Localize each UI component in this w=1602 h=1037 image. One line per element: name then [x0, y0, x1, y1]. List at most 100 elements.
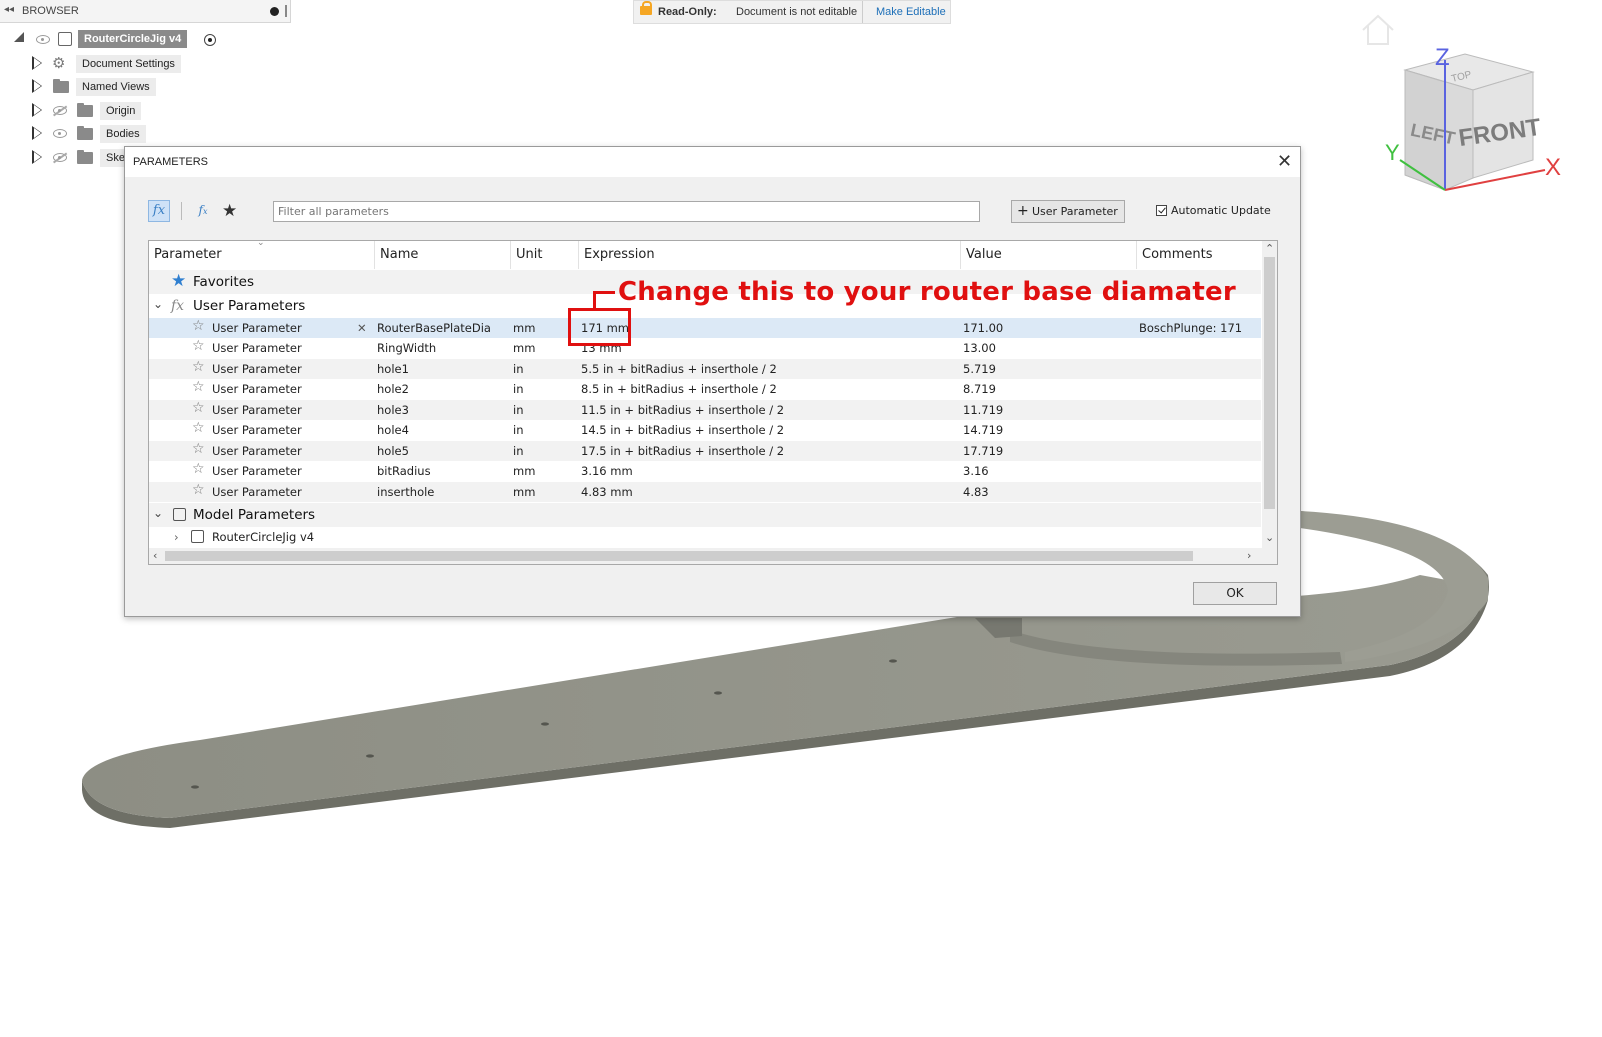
cell-unit: mm — [513, 464, 536, 478]
cell-expression[interactable]: 3.16 mm — [581, 464, 633, 478]
cell-expression[interactable]: 14.5 in + bitRadius + inserthole / 2 — [581, 423, 784, 437]
cell-parameter: User Parameter — [212, 341, 302, 355]
table-row[interactable]: ☆ User Parameter hole4 in 14.5 in + bitR… — [149, 420, 1261, 440]
ok-button[interactable]: OK — [1193, 582, 1277, 605]
cell-parameter: User Parameter — [212, 362, 302, 376]
browser-item-origin[interactable]: Origin — [0, 100, 200, 120]
browser-item-sketches[interactable]: Ske — [0, 147, 124, 167]
browser-item-bodies[interactable]: Bodies — [0, 123, 200, 143]
column-header-comments[interactable]: Comments — [1137, 241, 1262, 269]
favorite-star-outline-icon[interactable]: ☆ — [192, 318, 205, 334]
panel-handle[interactable] — [285, 5, 287, 17]
collapse-panel-icon[interactable]: ◂◂ — [4, 4, 14, 15]
cell-expression[interactable]: 11.5 in + bitRadius + inserthole / 2 — [581, 403, 784, 417]
scroll-left-icon[interactable]: ‹ — [153, 549, 157, 562]
model-child-row[interactable]: › RouterCircleJig v4 — [149, 527, 1261, 547]
scroll-right-icon[interactable]: › — [1247, 549, 1251, 562]
table-row[interactable]: ☆ User Parameter hole1 in 5.5 in + bitRa… — [149, 359, 1261, 379]
favorite-star-outline-icon[interactable]: ☆ — [192, 482, 205, 498]
hidden-eye-icon[interactable] — [53, 106, 67, 115]
automatic-update-toggle[interactable]: Automatic Update — [1156, 204, 1276, 218]
browser-item-named-views[interactable]: Named Views — [0, 76, 200, 96]
scroll-thumb[interactable] — [1264, 257, 1275, 509]
group-label: Favorites — [193, 274, 254, 290]
column-header-unit[interactable]: Unit — [511, 241, 579, 269]
lock-icon — [640, 1, 652, 15]
scroll-up-icon[interactable]: ⌃ — [1265, 242, 1274, 255]
table-row[interactable]: ☆ User Parameter hole2 in 8.5 in + bitRa… — [149, 379, 1261, 399]
view-cube[interactable]: FRONT LEFT TOP Z Y X — [1355, 10, 1570, 225]
add-user-parameter-button[interactable]: + User Parameter — [1011, 200, 1125, 223]
browser-item-label: Ske — [100, 149, 124, 167]
delete-x-icon[interactable]: ✕ — [357, 321, 367, 335]
cell-value: 13.00 — [963, 341, 996, 355]
component-icon — [58, 32, 72, 46]
table-row[interactable]: ☆ User Parameter ✕ RouterBasePlateDia mm… — [149, 318, 1261, 338]
browser-item-label: Document Settings — [76, 55, 181, 73]
cell-value: 14.719 — [963, 423, 1004, 437]
expand-triangle-icon[interactable] — [14, 32, 24, 42]
pin-icon[interactable] — [270, 7, 279, 16]
group-model-parameters[interactable]: ⌄ Model Parameters — [149, 503, 1261, 527]
user-fx-filter-button[interactable]: fx — [192, 200, 214, 222]
folder-icon — [77, 126, 93, 140]
cell-name: hole5 — [377, 444, 409, 458]
dialog-titlebar[interactable]: PARAMETERS ✕ — [125, 147, 1300, 177]
visibility-eye-icon[interactable] — [36, 35, 50, 44]
browser-root-row[interactable]: RouterCircleJig v4 — [0, 29, 230, 49]
column-header-expression[interactable]: Expression — [579, 241, 961, 269]
cell-expression[interactable]: 5.5 in + bitRadius + inserthole / 2 — [581, 362, 777, 376]
favorite-star-outline-icon[interactable]: ☆ — [192, 359, 205, 375]
favorite-star-outline-icon[interactable]: ☆ — [192, 420, 205, 436]
browser-item-document-settings[interactable]: ⚙ Document Settings — [0, 53, 200, 73]
cell-unit: in — [513, 423, 524, 437]
favorite-star-outline-icon[interactable]: ☆ — [192, 379, 205, 395]
cell-unit: mm — [513, 341, 536, 355]
chevron-down-icon[interactable]: ⌄ — [153, 297, 163, 311]
component-icon — [173, 508, 186, 521]
favorites-filter-star-icon[interactable]: ★ — [222, 201, 237, 221]
cell-unit: in — [513, 382, 524, 396]
cell-value: 3.16 — [963, 464, 989, 478]
cell-expression[interactable]: 4.83 mm — [581, 485, 633, 499]
scroll-down-icon[interactable]: ⌄ — [1265, 531, 1274, 544]
column-header-value[interactable]: Value — [961, 241, 1137, 269]
horizontal-scrollbar[interactable]: ‹ › — [149, 548, 1277, 564]
close-icon[interactable]: ✕ — [1277, 151, 1292, 172]
cell-value: 4.83 — [963, 485, 989, 499]
scroll-thumb[interactable] — [165, 551, 1193, 561]
cell-expression[interactable]: 17.5 in + bitRadius + inserthole / 2 — [581, 444, 784, 458]
table-row[interactable]: ☆ User Parameter bitRadius mm 3.16 mm 3.… — [149, 461, 1261, 481]
gear-icon: ⚙ — [52, 55, 66, 72]
root-component-label[interactable]: RouterCircleJig v4 — [78, 30, 188, 48]
table-row[interactable]: ☆ User Parameter hole3 in 11.5 in + bitR… — [149, 400, 1261, 420]
vertical-scrollbar[interactable]: ⌃ ⌄ — [1262, 241, 1277, 548]
fx-icon: fx — [171, 298, 185, 314]
automatic-update-checkbox[interactable] — [1156, 205, 1167, 216]
cell-comment[interactable]: BoschPlunge: 171 — [1139, 321, 1242, 335]
make-editable-link[interactable]: Make Editable — [876, 6, 946, 18]
favorite-star-outline-icon[interactable]: ☆ — [192, 441, 205, 457]
hidden-eye-icon[interactable] — [53, 153, 67, 162]
visibility-eye-icon[interactable] — [53, 129, 67, 138]
group-label: User Parameters — [193, 298, 306, 314]
favorite-star-outline-icon[interactable]: ☆ — [192, 400, 205, 416]
favorites-star-icon: ★ — [171, 271, 187, 291]
favorite-star-outline-icon[interactable]: ☆ — [192, 461, 205, 477]
chevron-right-icon[interactable]: › — [174, 530, 179, 544]
chevron-down-icon[interactable]: ⌄ — [153, 506, 163, 520]
filter-parameters-input[interactable] — [273, 201, 980, 222]
table-row[interactable]: ☆ User Parameter hole5 in 17.5 in + bitR… — [149, 441, 1261, 461]
hole-marker — [541, 722, 549, 726]
column-header-name[interactable]: Name — [375, 241, 511, 269]
favorite-star-outline-icon[interactable]: ☆ — [192, 338, 205, 354]
plus-icon: + — [1017, 203, 1029, 219]
cell-parameter: User Parameter — [212, 403, 302, 417]
fx-filter-button[interactable]: fx — [148, 200, 170, 222]
annotation-highlight-box — [568, 308, 631, 346]
table-row[interactable]: ☆ User Parameter inserthole mm 4.83 mm 4… — [149, 482, 1261, 502]
model-child-label: RouterCircleJig v4 — [212, 530, 315, 544]
table-row[interactable]: ☆ User Parameter RingWidth mm 13 mm 13.0… — [149, 338, 1261, 358]
browser-item-label: Bodies — [100, 125, 146, 143]
cell-expression[interactable]: 8.5 in + bitRadius + inserthole / 2 — [581, 382, 777, 396]
